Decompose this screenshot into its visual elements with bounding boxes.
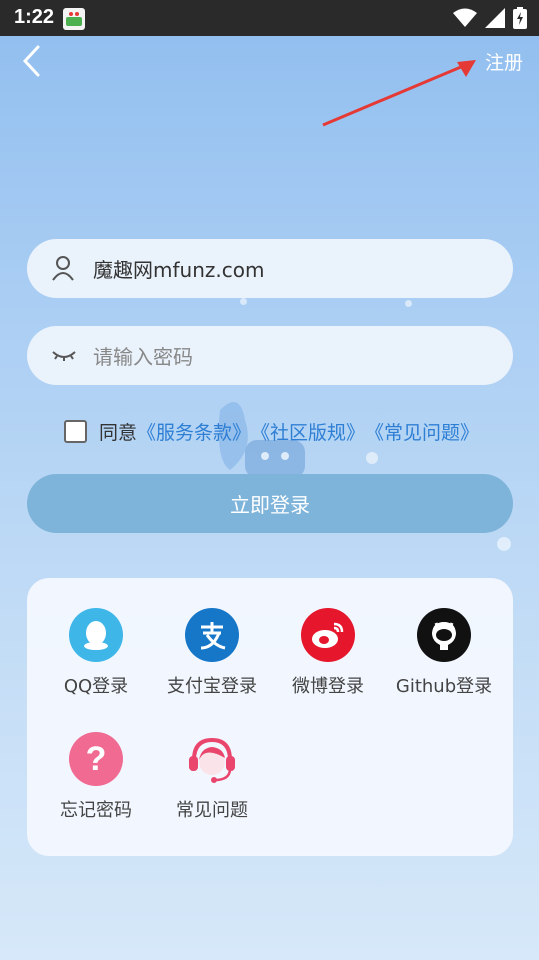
rules-link[interactable]: 《社区版规》: [251, 418, 365, 445]
signal-icon: [485, 8, 505, 32]
weibo-login-label: 微博登录: [292, 676, 364, 697]
password-input[interactable]: 请输入密码: [93, 341, 193, 370]
forgot-password-button[interactable]: ? 忘记密码: [38, 732, 154, 822]
login-button[interactable]: 立即登录: [27, 474, 513, 533]
alipay-login-button[interactable]: 支付宝登录: [154, 608, 270, 698]
user-icon: [51, 255, 75, 285]
login-options-panel: QQ登录 支付宝登录 微博登录 Github登录 ? 忘记密码 常见问题: [27, 578, 513, 856]
annotation-arrow-icon: [322, 60, 476, 127]
agree-checkbox[interactable]: [64, 419, 87, 443]
github-login-button[interactable]: Github登录: [386, 608, 502, 698]
github-login-label: Github登录: [395, 676, 493, 697]
agree-label: 同意: [99, 421, 138, 444]
forgot-password-label: 忘记密码: [60, 800, 132, 821]
decor-bubble: [405, 300, 412, 307]
question-icon: ?: [69, 732, 123, 786]
alipay-login-label: 支付宝登录: [167, 676, 257, 697]
decor-bubble: [240, 298, 247, 305]
qq-login-button[interactable]: QQ登录: [38, 608, 154, 698]
qq-icon: [69, 608, 123, 662]
notification-app-icon: [63, 8, 85, 30]
username-field[interactable]: 魔趣网mfunz.com: [27, 239, 513, 298]
weibo-login-button[interactable]: 微博登录: [270, 608, 386, 698]
eye-closed-icon[interactable]: [51, 342, 77, 372]
alipay-icon: [185, 608, 239, 662]
back-button[interactable]: [18, 44, 48, 78]
faq-button[interactable]: 常见问题: [154, 732, 270, 822]
password-field[interactable]: 请输入密码: [27, 326, 513, 385]
github-icon: [417, 608, 471, 662]
battery-icon: [513, 7, 527, 33]
register-button[interactable]: 注册: [485, 48, 523, 75]
faq-link[interactable]: 《常见问题》: [365, 418, 479, 445]
decor-bubble: [497, 537, 511, 551]
weibo-icon: [301, 608, 355, 662]
status-time: 1:22: [14, 6, 55, 28]
qq-login-label: QQ登录: [63, 676, 129, 697]
wifi-icon: [453, 8, 477, 32]
agreement-row: 同意 《服务条款》 《社区版规》 《常见问题》: [64, 417, 479, 445]
faq-label: 常见问题: [176, 800, 248, 821]
terms-link[interactable]: 《服务条款》: [137, 418, 251, 445]
username-input[interactable]: 魔趣网mfunz.com: [93, 254, 264, 283]
headset-icon: [185, 732, 239, 786]
chevron-left-icon: [22, 45, 40, 77]
decor-bubble: [366, 452, 378, 464]
status-bar: 1:22: [0, 0, 539, 36]
